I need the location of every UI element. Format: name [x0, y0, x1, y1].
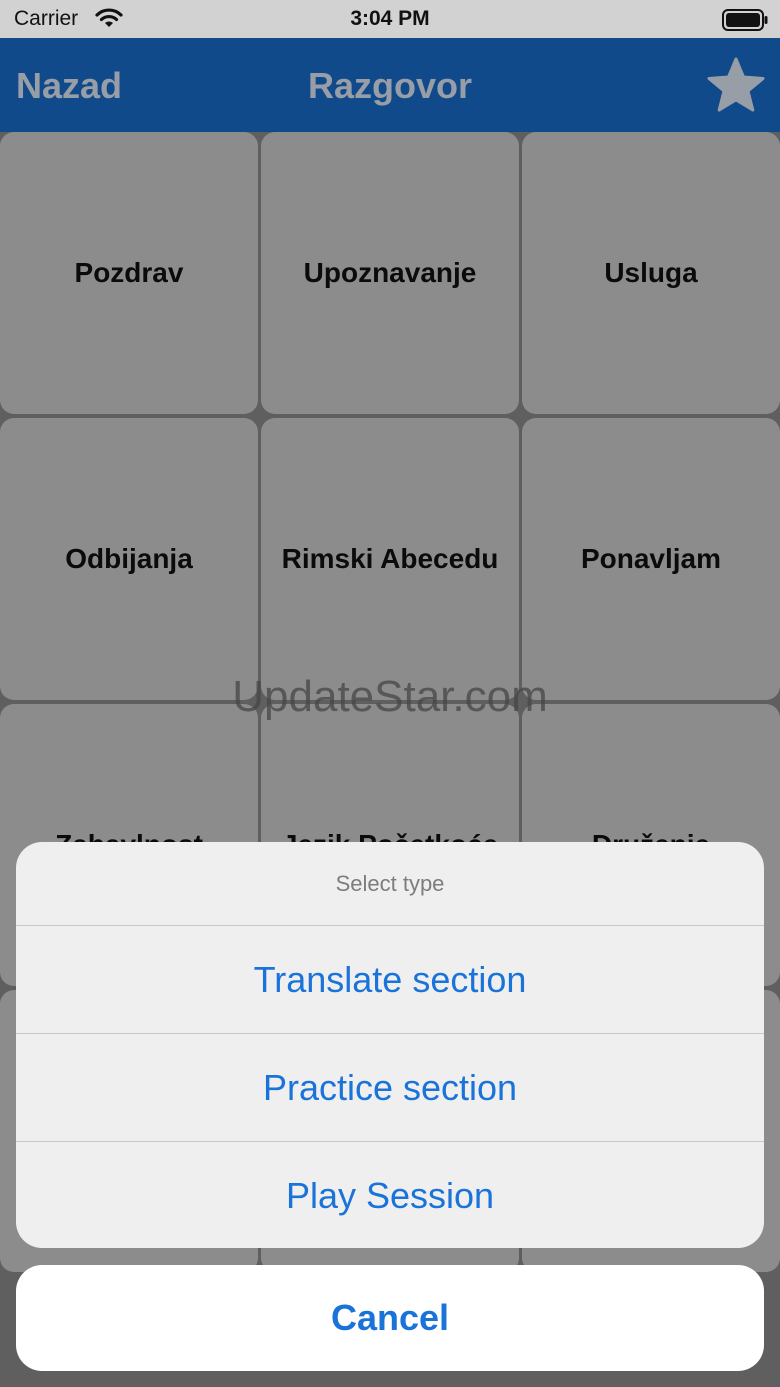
battery-icon [722, 9, 768, 36]
cancel-button[interactable]: Cancel [16, 1265, 764, 1371]
clock: 3:04 PM [350, 7, 430, 30]
play-session-button[interactable]: Play Session [16, 1142, 764, 1248]
translate-section-button[interactable]: Translate section [16, 926, 764, 1034]
status-bar: Carrier 3:04 PM [0, 0, 780, 38]
action-sheet-title: Select type [16, 842, 764, 926]
practice-section-button[interactable]: Practice section [16, 1034, 764, 1142]
watermark: UpdateStar.com [232, 672, 548, 721]
action-sheet: Select type Translate section Practice s… [16, 842, 764, 1248]
